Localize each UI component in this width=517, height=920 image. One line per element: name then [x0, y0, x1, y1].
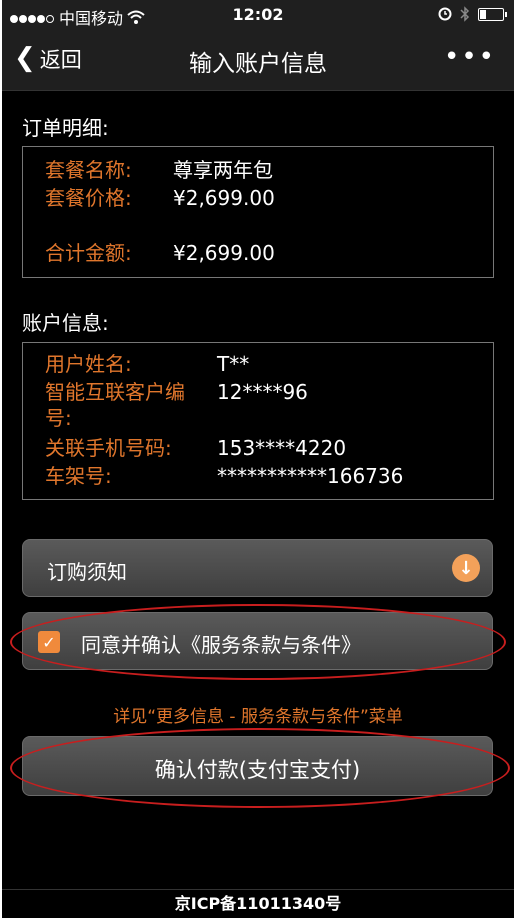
- phone-screen: 中国移动 12:02 ❮ 返回 输入账户信息 ••• 订单明细: 套餐名称: 尊…: [2, 0, 514, 918]
- total-amount-label: 合计金额:: [45, 241, 132, 265]
- total-amount-value: ¥2,699.00: [173, 241, 275, 265]
- order-details-box: 套餐名称: 尊享两年包 套餐价格: ¥2,699.00 合计金额: ¥2,699…: [22, 146, 494, 278]
- checkbox-checked-icon[interactable]: ✓: [38, 631, 60, 653]
- page-title: 输入账户信息: [189, 51, 327, 77]
- account-section-title: 账户信息:: [22, 311, 109, 335]
- customer-number-value: 12****96: [217, 380, 308, 404]
- alarm-icon: [438, 7, 452, 21]
- arrow-down-circle-icon: ↓: [452, 554, 480, 582]
- agreement-label: 同意并确认《服务条款与条件》: [81, 633, 361, 657]
- confirm-payment-button[interactable]: 确认付款(支付宝支付): [22, 736, 493, 796]
- icp-footer: 京ICP备11011340号: [2, 889, 514, 918]
- status-indicators: [438, 6, 507, 22]
- vin-value: ***********166736: [217, 464, 404, 488]
- package-price-label: 套餐价格:: [45, 186, 132, 210]
- agreement-row[interactable]: ✓ 同意并确认《服务条款与条件》: [22, 612, 493, 670]
- username-value: T**: [217, 352, 250, 376]
- account-info-box: 用户姓名: T** 智能互联客户编 号: 12****96 关联手机号码: 15…: [22, 342, 494, 500]
- customer-number-label-cont: 号:: [45, 406, 72, 430]
- terms-hint: 详见“更多信息 - 服务条款与条件”菜单: [113, 707, 403, 727]
- package-price-value: ¥2,699.00: [173, 186, 275, 210]
- package-name-label: 套餐名称:: [45, 158, 132, 182]
- customer-number-label: 智能互联客户编: [45, 380, 185, 404]
- phone-value: 153****4220: [217, 436, 347, 460]
- order-section-title: 订单明细:: [22, 116, 109, 140]
- phone-label: 关联手机号码:: [45, 436, 172, 460]
- navigation-bar: ❮ 返回 输入账户信息 •••: [2, 30, 514, 91]
- order-notice-label: 订购须知: [47, 560, 127, 584]
- battery-icon: [478, 7, 507, 21]
- username-label: 用户姓名:: [45, 352, 132, 376]
- order-notice-button[interactable]: 订购须知 ↓: [22, 539, 493, 597]
- package-name-value: 尊享两年包: [173, 158, 273, 182]
- vin-label: 车架号:: [45, 464, 112, 488]
- confirm-payment-label: 确认付款(支付宝支付): [154, 758, 361, 782]
- bluetooth-icon: [460, 6, 470, 22]
- status-bar: 中国移动 12:02: [2, 0, 514, 30]
- more-options-button[interactable]: •••: [444, 44, 496, 70]
